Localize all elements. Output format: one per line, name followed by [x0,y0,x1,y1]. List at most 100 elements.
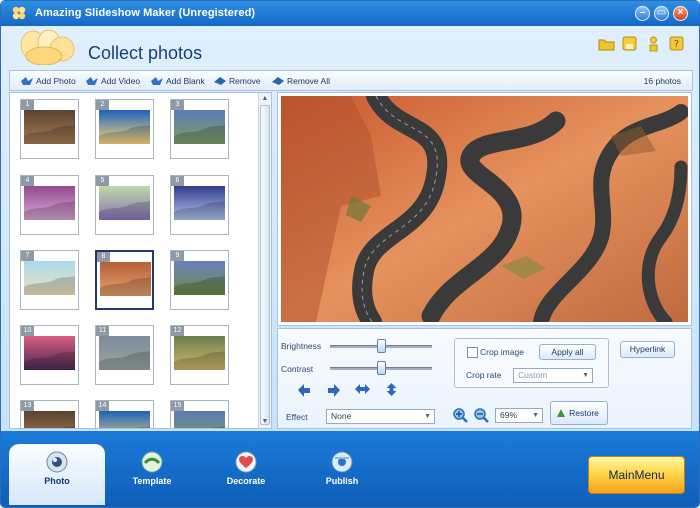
tab-photo[interactable]: Photo [31,450,83,486]
folder-icon[interactable] [598,35,615,52]
help-person-icon[interactable] [645,35,662,52]
thumbnail-image [174,411,225,428]
minimize-button[interactable]: – [635,6,650,21]
photo-thumbnail[interactable]: 5 [95,175,154,235]
thumbnail-number: 1 [21,100,34,110]
crop-image-label: Crop image [480,347,524,357]
thumbnail-image [100,262,151,296]
restore-label: Restore [569,408,599,418]
svg-text:?: ? [674,39,679,50]
crop-group: Crop image Apply all Crop rate Custom ▼ [454,338,609,388]
app-window: Amazing Slideshow Maker (Unregistered) –… [0,0,700,508]
photo-thumbnail[interactable]: 3 [170,99,229,159]
thumbnail-number: 12 [171,326,184,336]
tab-template[interactable]: Template [126,450,178,486]
remove-all-label: Remove All [287,76,330,86]
photo-thumbnail[interactable]: 11 [95,325,154,385]
thumbnail-image [24,186,75,220]
crop-rate-value: Custom [518,370,548,380]
thumbnail-number: 13 [21,401,34,411]
thumbnail-number: 8 [97,252,110,262]
thumbnail-number: 6 [171,176,184,186]
remove-all-button[interactable]: Remove All [271,75,330,88]
add-blank-button[interactable]: Add Blank [150,75,205,88]
thumbnail-number: 10 [21,326,34,336]
scroll-thumb[interactable] [260,105,270,425]
remove-all-icon [272,77,284,85]
photo-thumbnail[interactable]: 12 [170,325,229,385]
photo-thumbnail[interactable]: 14 [95,400,154,428]
crop-rate-select[interactable]: Custom ▼ [513,368,593,383]
close-button[interactable]: × [673,6,688,21]
thumbnail-image [99,411,150,428]
zoom-in-icon[interactable] [452,407,469,424]
zoom-out-icon[interactable] [473,407,490,424]
photo-thumbnail[interactable]: 1 [20,99,79,159]
window-title: Amazing Slideshow Maker (Unregistered) [35,7,256,19]
zoom-select[interactable]: 69% ▼ [495,408,543,423]
page-title: Collect photos [88,43,203,63]
photo-thumbnail[interactable]: 6 [170,175,229,235]
photo-thumbnail[interactable]: 15 [170,400,229,428]
crop-rate-label: Crop rate [466,370,502,380]
photo-thumbnail[interactable]: 8 [95,250,154,310]
restore-icon [557,409,565,417]
thumbnail-number: 15 [171,401,184,411]
add-blank-label: Add Blank [166,76,205,86]
apply-all-button[interactable]: Apply all [539,344,596,360]
thumbnail-number: 9 [171,251,184,261]
tab-decorate-label: Decorate [226,476,266,486]
add-blank-icon [151,77,163,85]
rotate-left-icon[interactable] [296,382,313,397]
contrast-slider-thumb[interactable] [377,361,386,375]
template-tab-icon [141,451,163,473]
save-icon[interactable] [621,35,638,52]
add-video-icon [86,77,98,85]
thumbnail-image [174,336,225,370]
thumbnail-number: 5 [96,176,109,186]
add-photo-button[interactable]: Add Photo [20,75,76,88]
rotate-right-icon[interactable] [325,382,342,397]
photo-grid: 1 2 3 4 5 6 7 8 9 10 11 12 13 14 15 ▲ ▼ [9,92,272,429]
thumbnail-image [174,110,225,144]
scroll-down-icon[interactable]: ▼ [260,417,270,427]
app-logo-icon [12,6,26,20]
restore-button[interactable]: Restore [550,401,608,425]
add-video-label: Add Video [101,76,141,86]
flip-horizontal-icon[interactable] [354,382,371,397]
decorate-tab-icon [235,451,257,473]
effect-value: None [331,411,352,421]
question-icon[interactable]: ? [668,35,685,52]
restore-button[interactable]: ▭ [654,6,669,21]
chevron-down-icon: ▼ [532,412,539,419]
crop-image-checkbox[interactable] [467,347,478,358]
add-photo-label: Add Photo [36,76,76,86]
scroll-up-icon[interactable]: ▲ [260,94,270,104]
effect-select[interactable]: None ▼ [326,409,435,424]
brightness-slider-thumb[interactable] [377,339,386,353]
preview-panel [277,92,692,326]
photo-thumbnail[interactable]: 13 [20,400,79,428]
grid-scrollbar[interactable]: ▲ ▼ [258,93,271,428]
thumbnail-image [24,110,75,144]
photo-thumbnail[interactable]: 10 [20,325,79,385]
thumbnail-image [24,411,75,428]
tab-publish[interactable]: Publish [316,450,368,486]
flip-vertical-icon[interactable] [383,382,400,397]
remove-icon [214,77,226,85]
tab-decorate[interactable]: Decorate [220,450,272,486]
contrast-label: Contrast [281,364,314,374]
photo-thumbnail[interactable]: 9 [170,250,229,310]
photo-tab-icon [46,451,68,473]
effect-label: Effect [286,412,308,422]
hyperlink-button[interactable]: Hyperlink [620,341,675,358]
photo-thumbnail[interactable]: 4 [20,175,79,235]
main-menu-button[interactable]: MainMenu [588,456,685,494]
photo-thumbnail[interactable]: 2 [95,99,154,159]
thumbnail-image [99,110,150,144]
thumbnail-number: 14 [96,401,109,411]
photo-thumbnail[interactable]: 7 [20,250,79,310]
add-video-button[interactable]: Add Video [85,75,140,88]
thumbnail-number: 4 [21,176,34,186]
remove-button[interactable]: Remove [213,75,261,88]
